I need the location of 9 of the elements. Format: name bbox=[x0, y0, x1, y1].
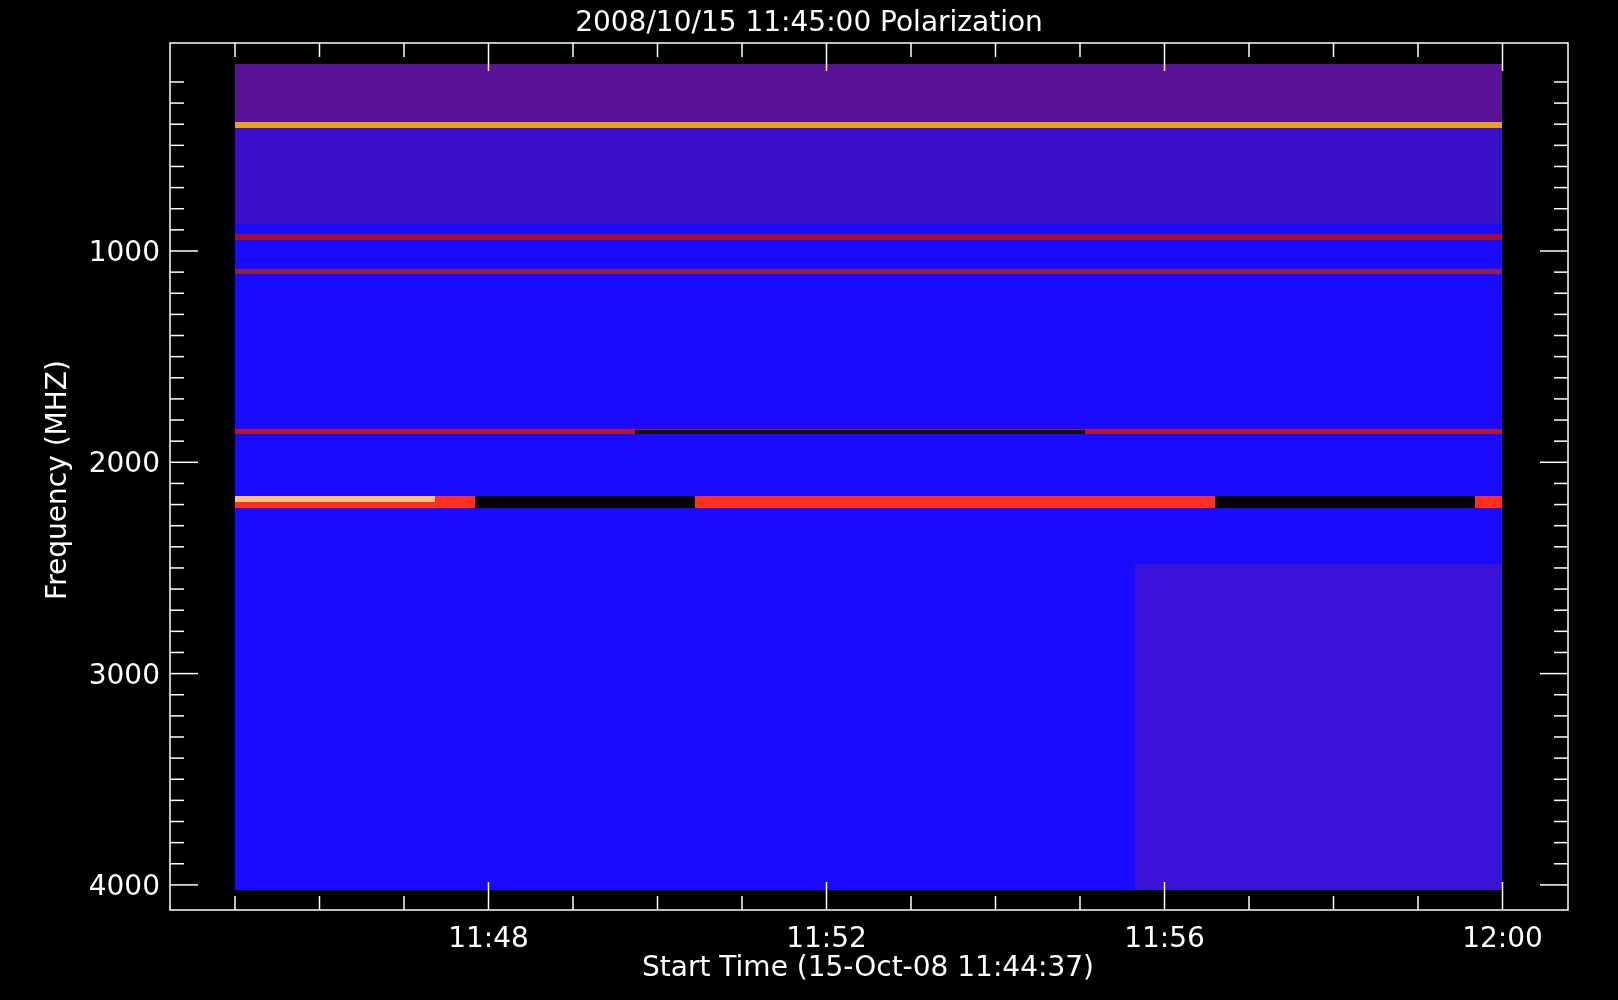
y-tick-label: 1000 bbox=[88, 235, 160, 268]
chart-title: 2008/10/15 11:45:00 Polarization bbox=[575, 5, 1043, 38]
y-axis-label: Frequency (MHZ) bbox=[40, 360, 73, 600]
y-tick-label: 3000 bbox=[88, 657, 160, 691]
y-tick-label: 4000 bbox=[88, 868, 160, 902]
y-tick-label: 2000 bbox=[88, 446, 160, 480]
x-tick-label: 11:56 bbox=[1124, 921, 1205, 954]
x-tick-label: 12:00 bbox=[1462, 921, 1543, 954]
x-tick-label: 11:48 bbox=[448, 921, 529, 954]
